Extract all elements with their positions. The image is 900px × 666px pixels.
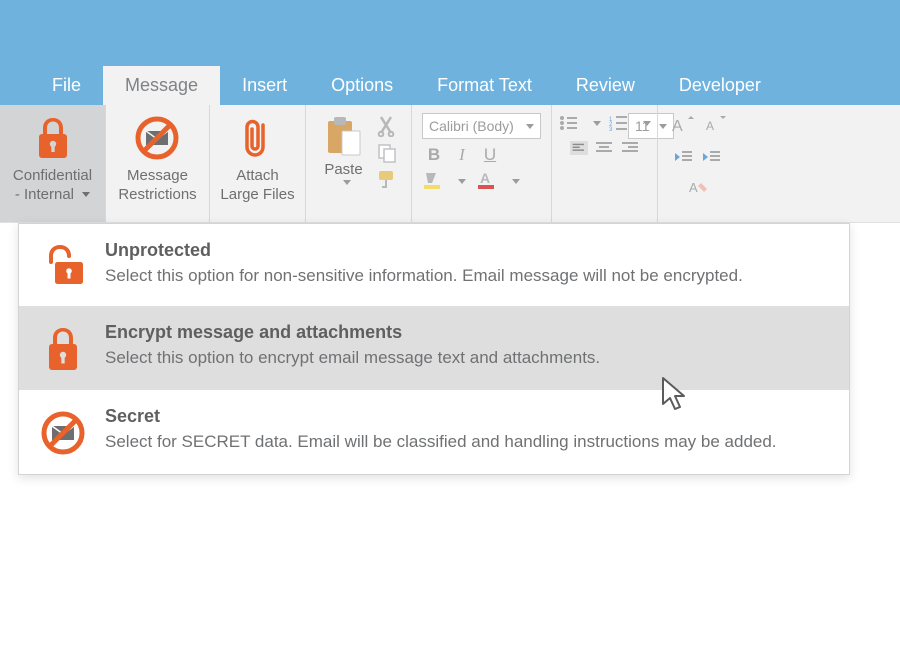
numbered-list-icon[interactable]: 123 (609, 115, 629, 131)
restrictions-label: MessageRestrictions (118, 167, 196, 205)
underline-button[interactable]: U (478, 145, 502, 165)
svg-text:A: A (672, 118, 683, 135)
tab-strip: File Message Insert Options Format Text … (0, 63, 900, 105)
lock-icon (33, 111, 73, 165)
tab-developer[interactable]: Developer (657, 66, 783, 105)
ribbon-group-attach: AttachLarge Files (210, 105, 306, 222)
font-name-value: Calibri (Body) (429, 118, 514, 134)
dropdown-item-desc: Select this option to encrypt email mess… (105, 347, 829, 370)
title-bar (0, 0, 900, 63)
align-center-icon[interactable] (596, 141, 614, 155)
attach-large-files-button[interactable]: AttachLarge Files (220, 111, 294, 205)
copy-icon[interactable] (377, 143, 397, 163)
font-color-button[interactable]: A (476, 171, 502, 191)
grow-font-icon[interactable]: A (670, 115, 694, 135)
tab-file[interactable]: File (30, 66, 103, 105)
tab-review[interactable]: Review (554, 66, 657, 105)
decrease-indent-icon[interactable] (674, 149, 694, 165)
bullet-list-icon[interactable] (559, 115, 579, 131)
italic-button[interactable]: I (450, 145, 474, 165)
highlight-color-button[interactable] (422, 171, 448, 191)
ribbon-group-clipboard: Paste (306, 105, 412, 222)
svg-text:3: 3 (609, 127, 613, 131)
attach-label: AttachLarge Files (220, 167, 294, 205)
chevron-down-icon[interactable] (593, 121, 601, 126)
tab-options[interactable]: Options (309, 66, 415, 105)
dropdown-item-secret[interactable]: Secret Select for SECRET data. Email wil… (19, 390, 849, 474)
dropdown-item-title: Encrypt message and attachments (105, 322, 829, 343)
paste-button[interactable]: Paste (319, 115, 369, 189)
chevron-down-icon (343, 180, 351, 185)
chevron-down-icon (526, 124, 534, 129)
dropdown-item-title: Secret (105, 406, 829, 427)
chevron-down-icon[interactable] (458, 179, 466, 184)
lock-icon (37, 322, 89, 372)
increase-indent-icon[interactable] (702, 149, 722, 165)
tab-insert[interactable]: Insert (220, 66, 309, 105)
chevron-down-icon[interactable] (643, 121, 651, 126)
cut-icon[interactable] (377, 115, 397, 137)
ribbon-group-restrictions: MessageRestrictions (106, 105, 210, 222)
chevron-down-icon[interactable] (512, 179, 520, 184)
clipboard-icon (324, 115, 364, 159)
align-right-icon[interactable] (622, 141, 640, 155)
ribbon: Confidential- Internal MessageRestrictio… (0, 105, 900, 223)
confidential-dropdown-menu: Unprotected Select this option for non-s… (18, 223, 850, 475)
tab-message[interactable]: Message (103, 66, 220, 105)
dropdown-item-title: Unprotected (105, 240, 829, 261)
tab-format-text[interactable]: Format Text (415, 66, 554, 105)
svg-text:A: A (689, 180, 698, 195)
font-name-select[interactable]: Calibri (Body) (422, 113, 541, 139)
unlocked-icon (37, 240, 89, 286)
message-restrictions-button[interactable]: MessageRestrictions (118, 111, 196, 205)
dropdown-item-encrypt[interactable]: Encrypt message and attachments Select t… (19, 306, 849, 390)
svg-text:A: A (706, 119, 714, 133)
dropdown-item-unprotected[interactable]: Unprotected Select this option for non-s… (19, 224, 849, 306)
align-left-icon[interactable] (570, 141, 588, 155)
no-mail-icon (37, 406, 89, 456)
dropdown-item-desc: Select this option for non-sensitive inf… (105, 265, 829, 288)
confidential-label: Confidential- Internal (13, 167, 92, 205)
shrink-font-icon[interactable]: A (702, 115, 726, 135)
ribbon-group-font: Calibri (Body) B I U A (412, 105, 552, 222)
bold-button[interactable]: B (422, 145, 446, 165)
svg-text:A: A (480, 171, 490, 186)
paperclip-icon (241, 111, 273, 165)
format-painter-icon[interactable] (377, 169, 399, 189)
clear-formatting-icon[interactable]: A (687, 179, 709, 197)
no-mail-icon (134, 111, 180, 165)
paste-label: Paste (324, 161, 362, 180)
ribbon-group-confidential: Confidential- Internal (0, 105, 106, 222)
ribbon-group-paragraph: 123 (552, 105, 658, 222)
dropdown-item-desc: Select for SECRET data. Email will be cl… (105, 431, 829, 454)
ribbon-group-styles: A A A (658, 105, 738, 222)
confidential-dropdown-button[interactable]: Confidential- Internal (13, 111, 92, 205)
